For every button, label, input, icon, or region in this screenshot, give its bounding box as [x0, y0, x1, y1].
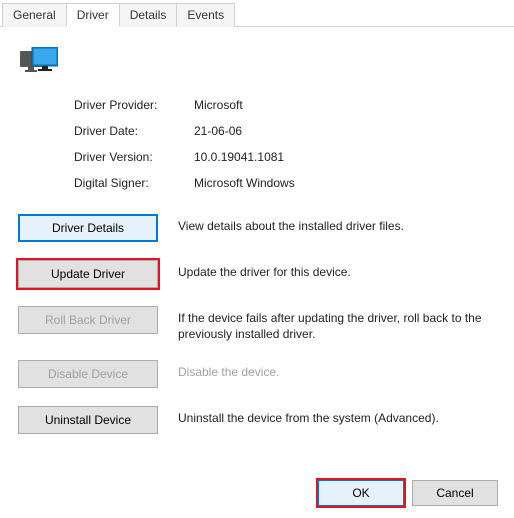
- driver-info-table: Driver Provider: Microsoft Driver Date: …: [74, 98, 496, 190]
- info-row-signer: Digital Signer: Microsoft Windows: [74, 176, 496, 190]
- device-icon-row: [20, 47, 496, 80]
- tab-general[interactable]: General: [2, 3, 67, 27]
- rollback-driver-button: Roll Back Driver: [18, 306, 158, 334]
- date-value: 21-06-06: [194, 124, 242, 138]
- tab-strip: General Driver Details Events: [0, 0, 514, 27]
- info-row-date: Driver Date: 21-06-06: [74, 124, 496, 138]
- version-label: Driver Version:: [74, 150, 194, 164]
- monitor-icon: [20, 47, 58, 80]
- info-row-provider: Driver Provider: Microsoft: [74, 98, 496, 112]
- row-uninstall-device: Uninstall Device Uninstall the device fr…: [18, 406, 496, 434]
- disable-device-button: Disable Device: [18, 360, 158, 388]
- provider-label: Driver Provider:: [74, 98, 194, 112]
- row-driver-details: Driver Details View details about the in…: [18, 214, 496, 242]
- disable-device-desc: Disable the device.: [178, 360, 279, 380]
- dialog-footer: OK Cancel: [318, 480, 498, 506]
- ok-button[interactable]: OK: [318, 480, 404, 506]
- driver-details-button[interactable]: Driver Details: [18, 214, 158, 242]
- cancel-button[interactable]: Cancel: [412, 480, 498, 506]
- row-update-driver: Update Driver Update the driver for this…: [18, 260, 496, 288]
- signer-value: Microsoft Windows: [194, 176, 295, 190]
- driver-details-desc: View details about the installed driver …: [178, 214, 404, 234]
- row-disable-device: Disable Device Disable the device.: [18, 360, 496, 388]
- provider-value: Microsoft: [194, 98, 243, 112]
- tab-details[interactable]: Details: [119, 3, 178, 27]
- uninstall-device-desc: Uninstall the device from the system (Ad…: [178, 406, 439, 426]
- update-driver-desc: Update the driver for this device.: [178, 260, 351, 280]
- version-value: 10.0.19041.1081: [194, 150, 284, 164]
- row-rollback-driver: Roll Back Driver If the device fails aft…: [18, 306, 496, 342]
- content-panel: Driver Provider: Microsoft Driver Date: …: [0, 27, 514, 464]
- signer-label: Digital Signer:: [74, 176, 194, 190]
- uninstall-device-button[interactable]: Uninstall Device: [18, 406, 158, 434]
- tab-events[interactable]: Events: [176, 3, 235, 27]
- update-driver-button[interactable]: Update Driver: [18, 260, 158, 288]
- date-label: Driver Date:: [74, 124, 194, 138]
- info-row-version: Driver Version: 10.0.19041.1081: [74, 150, 496, 164]
- rollback-driver-desc: If the device fails after updating the d…: [178, 306, 496, 342]
- tab-driver[interactable]: Driver: [66, 3, 120, 27]
